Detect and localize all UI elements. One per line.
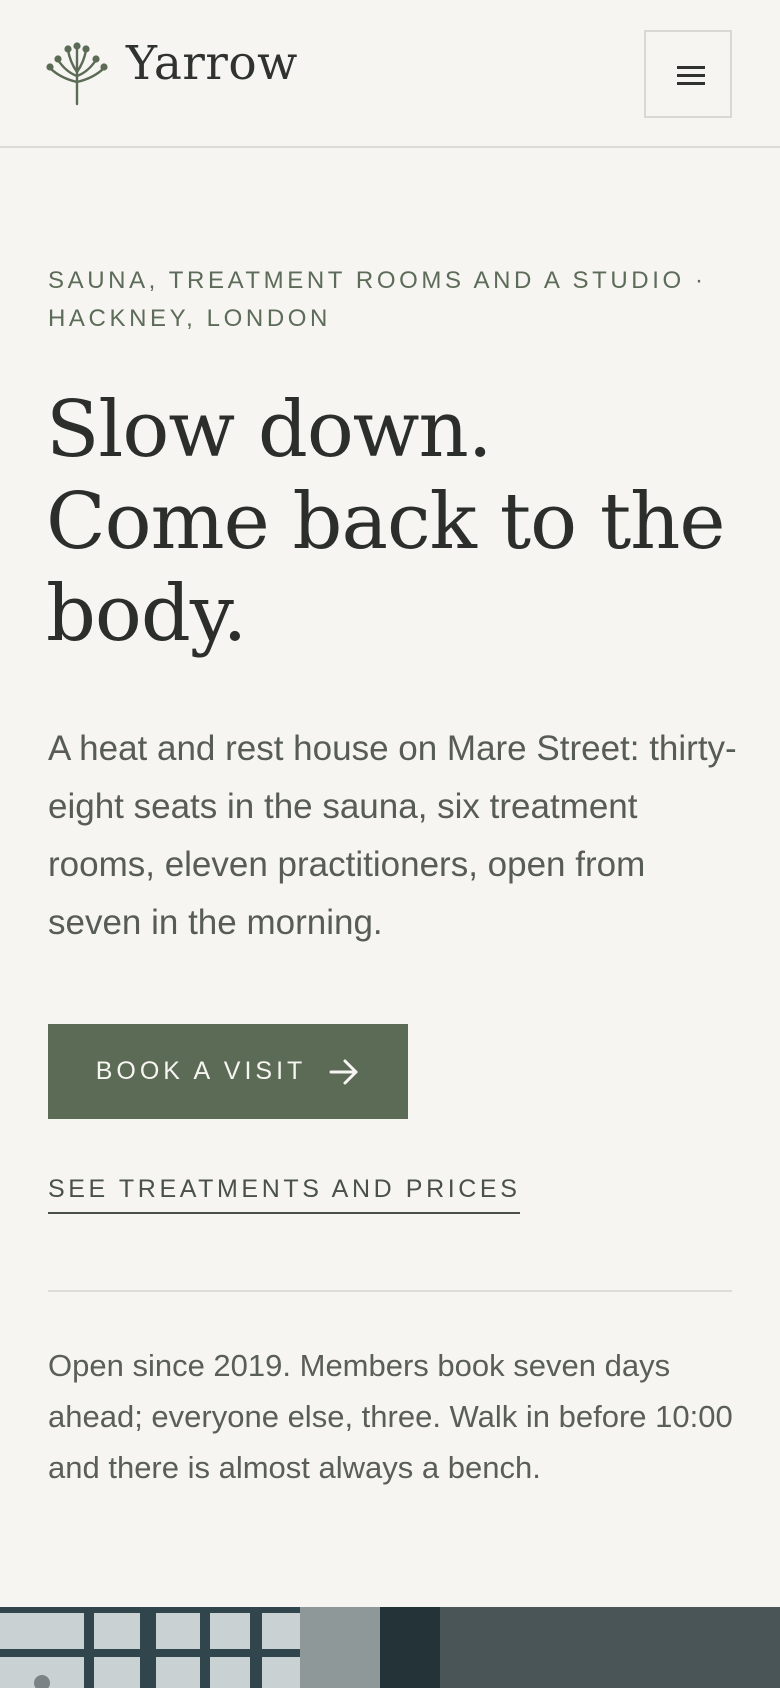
section-divider [48,1290,732,1292]
headline-line: Come back to the [46,477,726,567]
hamburger-menu-icon [677,66,705,69]
hamburger-menu-icon-bar [677,74,705,77]
sauna-interior-image [0,1607,780,1688]
headline-line: Slow down. [46,385,493,475]
headline-line: body. [46,569,247,659]
opening-note: Open since 2019. Members book seven days… [48,1348,733,1485]
menu-button[interactable] [644,30,732,118]
hero-intro: A heat and rest house on Mare Street: th… [48,729,737,942]
yarrow-flower-icon[interactable] [46,42,108,106]
arrow-right-icon [329,1059,358,1084]
site-header: Yarrow [0,0,780,148]
book-visit-label: BOOK A VISIT [95,1057,307,1085]
book-visit-button[interactable]: BOOK A VISIT [48,1024,408,1119]
hamburger-menu-icon-bar [677,82,705,85]
treatments-prices-link[interactable]: SEE TREATMENTS AND PRICES [48,1175,521,1214]
hero-eyebrow: SAUNA, TREATMENT ROOMS AND A STUDIO · HA… [48,267,707,332]
brand-name[interactable]: Yarrow [126,36,298,91]
hero-headline: Slow down. Come back to the body. [46,384,756,660]
